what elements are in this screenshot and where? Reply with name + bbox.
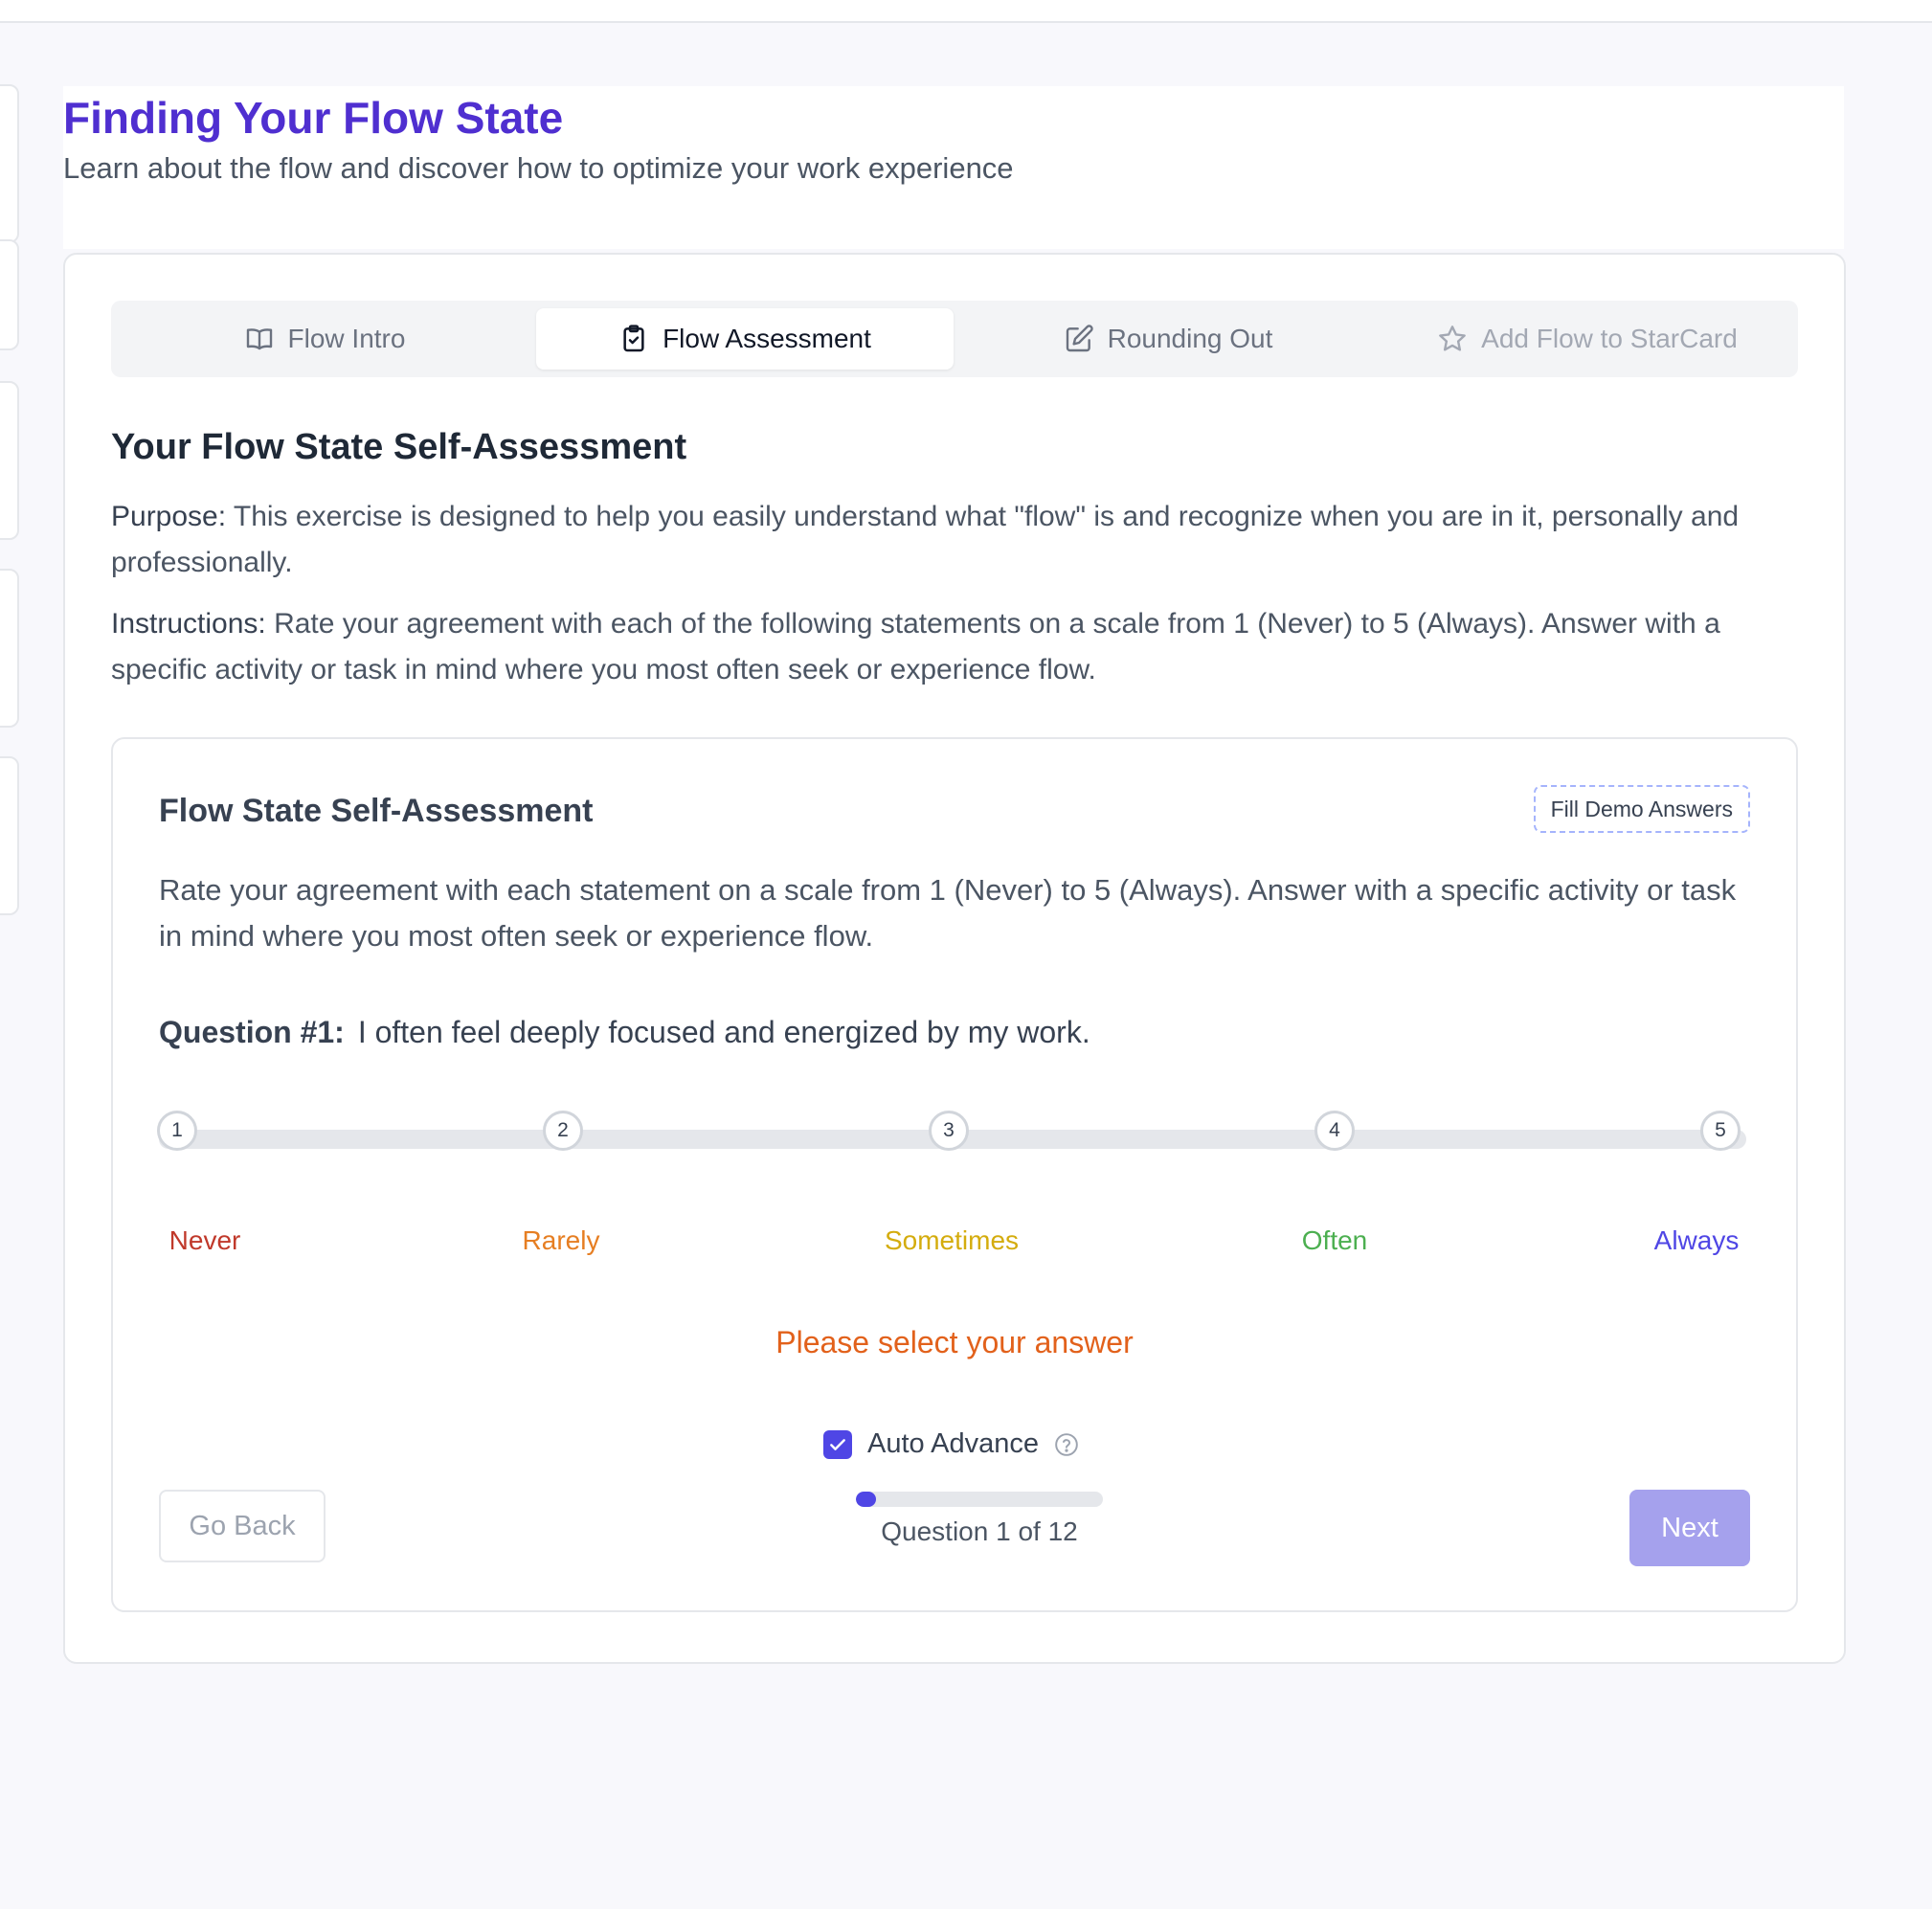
- progress-bar: [856, 1492, 1103, 1507]
- clipboard-check-icon: [623, 325, 644, 352]
- instructions-text: Rate your agreement with each of the fol…: [111, 608, 1720, 685]
- question-number: Question #1:: [159, 1015, 345, 1049]
- assessment-title: Flow State Self-Assessment: [159, 793, 594, 829]
- tab-flow-assessment[interactable]: Flow Assessment: [536, 308, 954, 370]
- progress-text: Question 1 of 12: [881, 1516, 1078, 1546]
- tab-add-flow-to-starcard[interactable]: Add Flow to StarCard: [1382, 308, 1792, 370]
- fill-demo-answers-button[interactable]: Fill Demo Answers: [1533, 785, 1750, 833]
- rating-option-4[interactable]: 4: [1314, 1111, 1355, 1151]
- side-panel-card[interactable]: [0, 569, 19, 728]
- tab-flow-intro[interactable]: Flow Intro: [119, 308, 530, 370]
- page-header: Finding Your Flow State Learn about the …: [63, 86, 1844, 249]
- main-card: Flow Intro Flow Assessment Rounding Out …: [63, 253, 1846, 1664]
- side-panel-card[interactable]: [0, 84, 19, 243]
- tab-label: Rounding Out: [1107, 324, 1273, 353]
- rating-option-5[interactable]: 5: [1700, 1111, 1741, 1151]
- star-icon: [1439, 326, 1467, 351]
- rating-option-1[interactable]: 1: [157, 1111, 197, 1151]
- checkmark-icon: [830, 1438, 845, 1450]
- purpose-text: This exercise is designed to help you ea…: [111, 501, 1740, 578]
- help-circle-icon[interactable]: [1054, 1432, 1079, 1457]
- progress-bar-fill: [856, 1492, 877, 1507]
- purpose-paragraph: Purpose: This exercise is designed to he…: [111, 494, 1806, 586]
- scale-label-rarely[interactable]: Rarely: [523, 1225, 600, 1256]
- assessment-description: Rate your agreement with each statement …: [159, 873, 1737, 953]
- select-answer-prompt: Please select your answer: [775, 1325, 1134, 1359]
- tab-label: Flow Intro: [287, 324, 406, 353]
- tab-label: Flow Assessment: [663, 324, 871, 353]
- auto-advance-checkbox[interactable]: [823, 1429, 852, 1459]
- side-panel-card[interactable]: [0, 756, 19, 915]
- auto-advance-label: Auto Advance: [867, 1428, 1039, 1459]
- next-button[interactable]: Next: [1629, 1490, 1750, 1566]
- section-title: Your Flow State Self-Assessment: [111, 427, 687, 467]
- tab-label: Add Flow to StarCard: [1481, 324, 1738, 353]
- auto-advance-toggle[interactable]: Auto Advance: [823, 1428, 1079, 1460]
- instructions-label: Instructions:: [111, 608, 266, 640]
- pencil-square-icon: [1066, 325, 1093, 352]
- purpose-label: Purpose:: [111, 501, 227, 532]
- side-panel-card[interactable]: [0, 381, 19, 540]
- scale-label-always[interactable]: Always: [1654, 1225, 1740, 1256]
- book-open-icon: [246, 328, 272, 350]
- scale-label-sometimes[interactable]: Sometimes: [885, 1225, 1019, 1256]
- tab-bar: Flow Intro Flow Assessment Rounding Out …: [111, 301, 1798, 377]
- instructions-paragraph: Instructions: Rate your agreement with e…: [111, 601, 1806, 693]
- tab-rounding-out[interactable]: Rounding Out: [959, 308, 1377, 370]
- scale-label-often[interactable]: Often: [1302, 1225, 1367, 1256]
- top-bar: [0, 0, 1932, 23]
- scale-label-never[interactable]: Never: [169, 1225, 241, 1256]
- page-title: Finding Your Flow State: [63, 93, 564, 143]
- assessment-card: Flow State Self-Assessment Fill Demo Ans…: [111, 737, 1798, 1612]
- page-subtitle: Learn about the flow and discover how to…: [63, 151, 1014, 185]
- go-back-button[interactable]: Go Back: [159, 1490, 326, 1562]
- rating-option-2[interactable]: 2: [543, 1111, 583, 1151]
- rating-option-3[interactable]: 3: [929, 1111, 969, 1151]
- question: Question #1: I often feel deeply focused …: [159, 1015, 1090, 1050]
- question-text: I often feel deeply focused and energize…: [357, 1015, 1090, 1049]
- side-panel-card[interactable]: [0, 239, 19, 350]
